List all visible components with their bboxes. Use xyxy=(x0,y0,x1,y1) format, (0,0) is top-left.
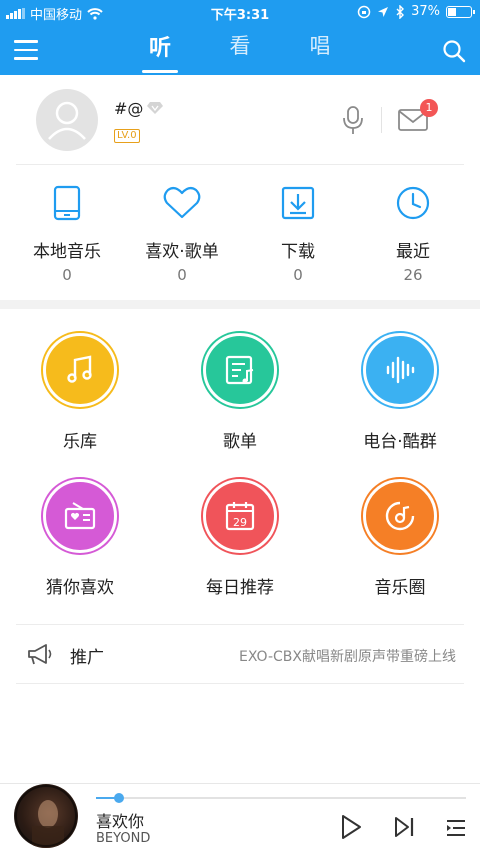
mini-player: 喜欢你 BEYOND xyxy=(0,783,480,853)
guess-circle xyxy=(43,479,117,553)
stat-count: 0 xyxy=(177,266,187,284)
stat-label: 最近 xyxy=(396,242,430,262)
promo-banner[interactable]: 推广 EXO-CBX献唱新剧原声带重磅上线 xyxy=(16,624,464,684)
search-icon[interactable] xyxy=(442,39,466,63)
avatar[interactable] xyxy=(36,89,98,151)
play-icon[interactable] xyxy=(340,814,362,840)
grid-music-circle[interactable]: 音乐圈 xyxy=(320,479,480,598)
heart-icon xyxy=(163,186,201,219)
calendar-icon: 29 xyxy=(225,502,255,531)
divider xyxy=(381,107,382,133)
playback-progress[interactable] xyxy=(96,793,466,803)
status-bar: 中国移动 下午3:31 37% xyxy=(0,0,480,24)
voice-search-icon[interactable] xyxy=(342,105,364,135)
grid-label: 乐库 xyxy=(63,432,97,452)
quick-stats: 本地音乐 0 喜欢·歌单 0 下载 0 最近 26 xyxy=(0,175,480,293)
download-icon xyxy=(281,186,315,220)
default-avatar-icon xyxy=(48,101,86,140)
location-icon xyxy=(378,6,389,17)
album-cover[interactable] xyxy=(14,784,78,848)
progress-knob[interactable] xyxy=(114,793,125,803)
top-bar: 中国移动 下午3:31 37% 听 看 唱 xyxy=(0,0,480,75)
grid-playlists[interactable]: 歌单 xyxy=(160,333,320,452)
section-divider xyxy=(0,300,480,309)
stat-local-music[interactable]: 本地音乐 0 xyxy=(7,175,127,284)
radio-circle xyxy=(363,333,437,407)
artist-name[interactable]: BEYOND xyxy=(96,831,150,846)
bluetooth-icon xyxy=(396,4,405,19)
grid-radio[interactable]: 电台·酷群 xyxy=(320,333,480,452)
daily-circle: 29 xyxy=(203,479,277,553)
profile-section: #@ LV.0 1 xyxy=(16,75,464,165)
music-note-icon xyxy=(67,355,92,383)
username[interactable]: #@ xyxy=(114,99,143,118)
grid-daily-picks[interactable]: 29 每日推荐 xyxy=(160,479,320,598)
header: 听 看 唱 xyxy=(0,28,480,75)
radio-heart-icon xyxy=(64,502,96,530)
phone-icon xyxy=(53,185,81,221)
battery-percent: 37% xyxy=(411,4,440,19)
active-tab-indicator xyxy=(142,70,178,73)
stat-recent[interactable]: 最近 26 xyxy=(353,175,473,284)
stat-favorites-playlists[interactable]: 喜欢·歌单 0 xyxy=(122,175,242,284)
menu-icon[interactable] xyxy=(14,40,38,62)
grid-guess-you-like[interactable]: 猜你喜欢 xyxy=(0,479,160,598)
stat-count: 26 xyxy=(403,266,423,284)
disc-icon xyxy=(385,501,415,531)
music-circle-circle xyxy=(363,479,437,553)
grid-label: 每日推荐 xyxy=(206,578,274,598)
mail-unread-badge: 1 xyxy=(420,99,438,117)
album-art xyxy=(15,785,77,848)
tab-sing[interactable]: 唱 xyxy=(300,30,340,60)
clock-icon xyxy=(396,186,430,220)
vip-diamond-icon[interactable] xyxy=(146,101,164,115)
promo-text[interactable]: EXO-CBX献唱新剧原声带重磅上线 xyxy=(239,646,456,666)
lock-rotation-icon xyxy=(357,5,371,18)
stat-count: 0 xyxy=(293,266,303,284)
grid-library[interactable]: 乐库 xyxy=(0,333,160,452)
level-badge: LV.0 xyxy=(114,129,140,143)
stat-label: 下载 xyxy=(281,242,315,262)
stat-label: 本地音乐 xyxy=(33,242,101,262)
grid-label: 电台·酷群 xyxy=(363,432,437,452)
grid-label: 歌单 xyxy=(223,432,257,452)
stat-count: 0 xyxy=(62,266,72,284)
battery-icon xyxy=(446,5,475,18)
song-title[interactable]: 喜欢你 xyxy=(96,808,144,832)
playlist-icon xyxy=(225,355,254,385)
stat-label: 喜欢·歌单 xyxy=(145,242,219,262)
library-circle xyxy=(43,333,117,407)
megaphone-icon xyxy=(28,644,52,665)
grid-label: 音乐圈 xyxy=(374,578,426,598)
next-track-icon[interactable] xyxy=(393,816,415,838)
tab-listen[interactable]: 听 xyxy=(140,30,180,62)
playlists-circle xyxy=(203,333,277,407)
radio-wave-icon xyxy=(386,356,415,384)
promo-label: 推广 xyxy=(70,648,104,668)
stat-downloads[interactable]: 下载 0 xyxy=(238,175,358,284)
calendar-day: 29 xyxy=(233,516,247,529)
tab-watch[interactable]: 看 xyxy=(220,30,260,60)
grid-label: 猜你喜欢 xyxy=(46,578,114,598)
playlist-queue-icon[interactable] xyxy=(445,818,467,838)
